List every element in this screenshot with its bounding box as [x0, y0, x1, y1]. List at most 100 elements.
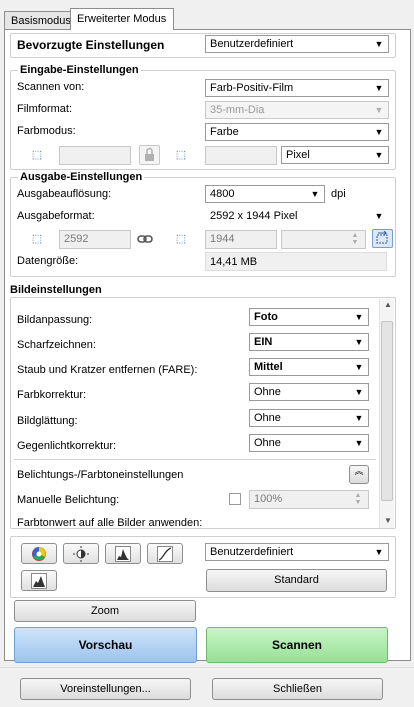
input-height-field[interactable] — [205, 146, 277, 165]
color-balance-button[interactable] — [21, 543, 57, 564]
tone-preset-select[interactable]: Benutzerdefiniert ▼ — [205, 543, 389, 561]
tone-preset-value: Benutzerdefiniert — [210, 546, 294, 558]
chevron-down-icon: ▼ — [310, 189, 320, 199]
backlight-value: Ohne — [254, 437, 281, 449]
output-format-value: 2592 x 1944 Pixel — [210, 210, 298, 222]
presets-button[interactable]: Voreinstellungen... — [20, 678, 191, 700]
resolution-select[interactable]: 4800 ▼ — [205, 185, 325, 203]
histogram-button[interactable] — [105, 543, 141, 564]
unit-select[interactable]: Pixel ▼ — [281, 146, 389, 164]
scroll-up-icon[interactable]: ▲ — [384, 300, 392, 309]
rotate-icon — [376, 230, 388, 244]
input-width-field[interactable] — [59, 146, 131, 165]
chevron-down-icon: ▼ — [374, 83, 384, 93]
color-mode-value: Farbe — [210, 126, 239, 138]
sharpen-value: EIN — [254, 336, 273, 348]
fare-label: Staub und Kratzer entfernen (FARE): — [17, 364, 198, 376]
image-settings-title: Bildeinstellungen — [10, 284, 102, 296]
resolution-unit: dpi — [331, 188, 346, 200]
output-spinner[interactable]: ▲ ▼ — [347, 232, 363, 247]
color-correction-value: Ohne — [254, 386, 281, 398]
color-wheel-icon — [32, 547, 46, 561]
smoothing-select[interactable]: Ohne ▼ — [249, 409, 369, 427]
resolution-value: 4800 — [210, 188, 235, 200]
chevron-down-icon: ▼ — [374, 150, 384, 160]
lock-button[interactable] — [139, 145, 160, 165]
tab-advanced[interactable]: Erweiterter Modus — [70, 8, 174, 30]
image-adjust-select[interactable]: Foto ▼ — [249, 308, 369, 326]
output-format-select[interactable]: 2592 x 1944 Pixel ▼ — [205, 207, 389, 225]
image-adjust-value: Foto — [254, 311, 278, 323]
backlight-label: Gegenlichtkorrektur: — [17, 440, 117, 452]
scan-button[interactable]: Scannen — [206, 627, 388, 663]
fare-value: Mittel — [254, 361, 283, 373]
standard-button[interactable]: Standard — [206, 569, 387, 592]
output-width-icon: ⬚ — [31, 233, 43, 245]
film-format-select[interactable]: 35-mm-Dia ▼ — [205, 101, 389, 119]
chevron-down-icon: ▼ — [354, 413, 364, 423]
chevron-down-icon: ▼ — [374, 105, 384, 115]
levels-icon — [31, 573, 47, 589]
color-mode-select[interactable]: Farbe ▼ — [205, 123, 389, 141]
color-correction-label: Farbkorrektur: — [17, 389, 87, 401]
preferred-select[interactable]: Benutzerdefiniert ▼ — [205, 35, 389, 53]
link-icon[interactable] — [137, 233, 153, 245]
datasize-label: Datengröße: — [17, 255, 79, 267]
collapse-button[interactable]: ︽ — [349, 465, 369, 484]
brightness-button[interactable] — [63, 543, 99, 564]
output-width-field[interactable]: 2592 — [59, 230, 131, 249]
scan-from-label: Scannen von: — [17, 81, 85, 93]
film-format-value: 35-mm-Dia — [210, 104, 265, 116]
color-correction-select[interactable]: Ohne ▼ — [249, 383, 369, 401]
fare-select[interactable]: Mittel ▼ — [249, 358, 369, 376]
crop-width-icon: ⬚ — [31, 149, 43, 161]
preferred-label: Bevorzugte Einstellungen — [17, 38, 165, 52]
image-settings-scrollbar[interactable]: ▲ ▼ — [379, 299, 394, 528]
sharpen-select[interactable]: EIN ▼ — [249, 333, 369, 351]
scan-from-value: Farb-Positiv-Film — [210, 82, 294, 94]
input-title: Eingabe-Einstellungen — [18, 64, 141, 76]
collapse-icon: ︽ — [354, 466, 364, 476]
close-button[interactable]: Schließen — [212, 678, 383, 700]
chevron-down-icon: ▼ — [354, 362, 364, 372]
unit-value: Pixel — [286, 149, 310, 161]
curve-icon — [157, 546, 173, 562]
smoothing-value: Ohne — [254, 412, 281, 424]
preferred-value: Benutzerdefiniert — [210, 38, 294, 50]
tone-curve-button[interactable] — [147, 543, 183, 564]
output-title: Ausgabe-Einstellungen — [18, 171, 145, 183]
zoom-button[interactable]: Zoom — [14, 600, 196, 622]
chevron-down-icon: ▼ — [374, 127, 384, 137]
datasize-value: 14,41 MB — [205, 252, 387, 271]
image-row-label: Bildanpassung: — [17, 314, 93, 326]
chevron-down-icon: ▼ — [354, 337, 364, 347]
film-format-label: Filmformat: — [17, 103, 72, 115]
exposure-title: Belichtungs-/Farbtoneinstellungen — [17, 469, 184, 481]
chevron-down-icon: ▼ — [354, 312, 364, 322]
chevron-down-icon: ▼ — [354, 387, 364, 397]
rotate-button[interactable] — [372, 229, 393, 248]
chevron-down-icon: ▼ — [374, 547, 384, 557]
preview-button[interactable]: Vorschau — [14, 627, 197, 663]
crop-height-icon: ⬚ — [175, 149, 187, 161]
chevron-down-icon: ▼ — [374, 211, 384, 221]
manual-exposure-checkbox[interactable] — [229, 493, 241, 505]
output-height-icon: ⬚ — [175, 233, 187, 245]
apply-all-label: Farbtonwert auf alle Bilder anwenden: — [17, 517, 203, 529]
color-mode-label: Farbmodus: — [17, 125, 76, 137]
sharpen-label: Scharfzeichnen: — [17, 339, 96, 351]
output-format-label: Ausgabeformat: — [17, 210, 95, 222]
brightness-icon — [73, 546, 89, 562]
scroll-thumb[interactable] — [381, 321, 393, 501]
smoothing-label: Bildglättung: — [17, 415, 78, 427]
scan-from-select[interactable]: Farb-Positiv-Film ▼ — [205, 79, 389, 97]
levels-button[interactable] — [21, 570, 57, 591]
scroll-down-icon[interactable]: ▼ — [384, 516, 392, 525]
histogram-icon — [115, 546, 131, 562]
tab-basic[interactable]: Basismodus — [4, 11, 71, 30]
exposure-spinner[interactable]: ▲ ▼ — [350, 492, 366, 507]
manual-exposure-label: Manuelle Belichtung: — [17, 494, 120, 506]
backlight-select[interactable]: Ohne ▼ — [249, 434, 369, 452]
chevron-down-icon: ▼ — [374, 39, 384, 49]
output-height-field[interactable]: 1944 — [205, 230, 277, 249]
